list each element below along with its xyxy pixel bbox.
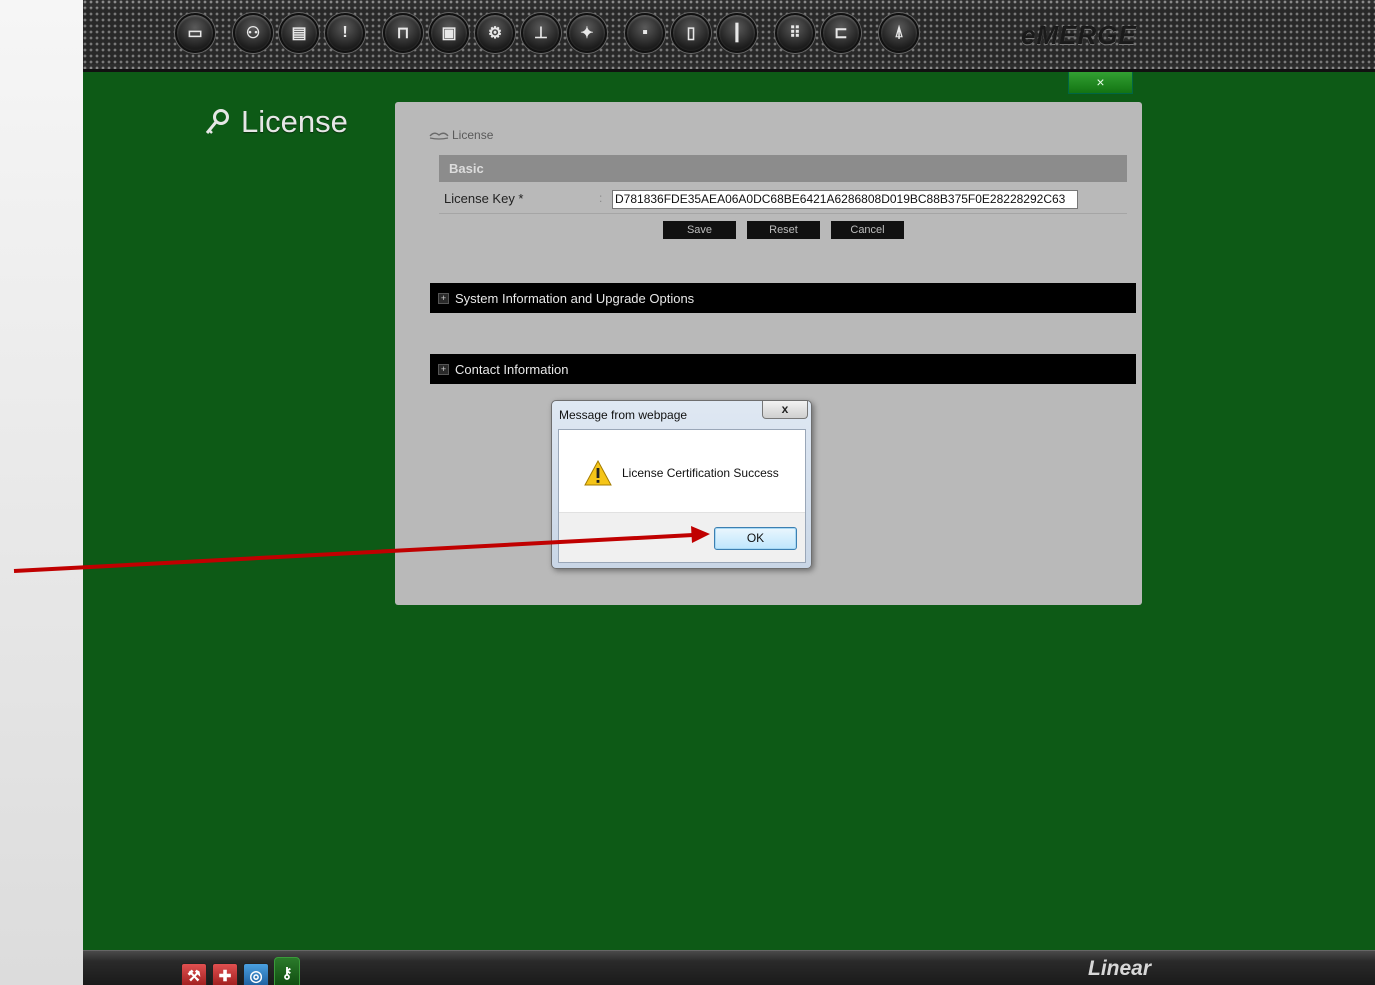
license-key-label: License Key * (444, 191, 524, 206)
compass-icon[interactable]: ◎ (243, 963, 269, 985)
linear-logo: Linear (1088, 957, 1152, 980)
tools-icon[interactable]: ⚒ (181, 963, 207, 985)
dialog-close-button[interactable]: x (762, 401, 808, 419)
network-settings-icon[interactable]: ⊥ (521, 13, 561, 53)
breadcrumb: License (429, 128, 493, 142)
accordion-system-info-label: System Information and Upgrade Options (455, 290, 695, 306)
photo-settings-icon[interactable]: ▣ (429, 13, 469, 53)
door-icon[interactable]: ⊏ (821, 13, 861, 53)
alert-icon[interactable]: ! (325, 13, 365, 53)
page-title-text: License (241, 104, 348, 139)
page-margin (0, 0, 83, 985)
gears-icon[interactable]: ⚙ (475, 13, 515, 53)
puzzle-settings-icon[interactable]: ✦ (567, 13, 607, 53)
page-title: License (203, 104, 348, 140)
expand-icon: + (438, 363, 449, 375)
save-icon[interactable]: ▪ (625, 13, 665, 53)
id-card-icon[interactable]: ▤ (279, 13, 319, 53)
message-dialog: Message from webpage x License Certifica… (551, 400, 812, 569)
user-icon[interactable]: ⚇ (233, 13, 273, 53)
accordion-contact-info[interactable]: + Contact Information (430, 354, 1136, 384)
accordion-system-info[interactable]: + System Information and Upgrade Options (430, 283, 1136, 313)
warning-icon (584, 460, 612, 486)
field-colon: : (599, 191, 603, 205)
dialog-message: License Certification Success (622, 466, 779, 480)
section-basic-header: Basic (439, 155, 1127, 182)
ok-button[interactable]: OK (714, 527, 797, 550)
exit-icon[interactable]: ⍋ (879, 13, 919, 53)
dialog-title: Message from webpage (559, 408, 688, 422)
dialog-body: License Certification Success OK (558, 429, 806, 563)
top-toolbar: ▭ ⚇ ▤ ! ⊓ ▣ ⚙ ⊥ ✦ ▪ ▯ ┃ ⠿ ⊏ ⍋ eMERGE (83, 0, 1375, 72)
key-icon (205, 109, 229, 134)
monitor-icon[interactable]: ▭ (175, 13, 215, 53)
save-button[interactable]: Save (663, 221, 736, 239)
license-key-row: License Key * : D781836FDE35AEA06A0DC68B… (439, 186, 1127, 214)
form-actions: Save Reset Cancel (663, 221, 904, 239)
reset-button[interactable]: Reset (747, 221, 820, 239)
keypad-icon[interactable]: ⠿ (775, 13, 815, 53)
accordion-contact-info-label: Contact Information (455, 361, 569, 377)
document-icon[interactable]: ▯ (671, 13, 711, 53)
license-key-input[interactable]: D781836FDE35AEA06A0DC68BE6421A6286808D01… (612, 190, 1078, 209)
key-icon[interactable]: ⚷ (274, 957, 300, 985)
breadcrumb-chain-icon (429, 132, 449, 140)
medic-icon[interactable]: ✚ (212, 963, 238, 985)
emerge-logo: eMERGE (1021, 20, 1137, 50)
door-settings-icon[interactable]: ⊓ (383, 13, 423, 53)
cancel-button[interactable]: Cancel (831, 221, 904, 239)
close-page-button[interactable]: × (1068, 72, 1133, 94)
bottom-taskbar: ⚒ ✚ ◎ ⚷ Linear (83, 950, 1375, 985)
report-icon[interactable]: ┃ (717, 13, 757, 53)
breadcrumb-label[interactable]: License (452, 128, 493, 142)
expand-icon: + (438, 292, 449, 304)
